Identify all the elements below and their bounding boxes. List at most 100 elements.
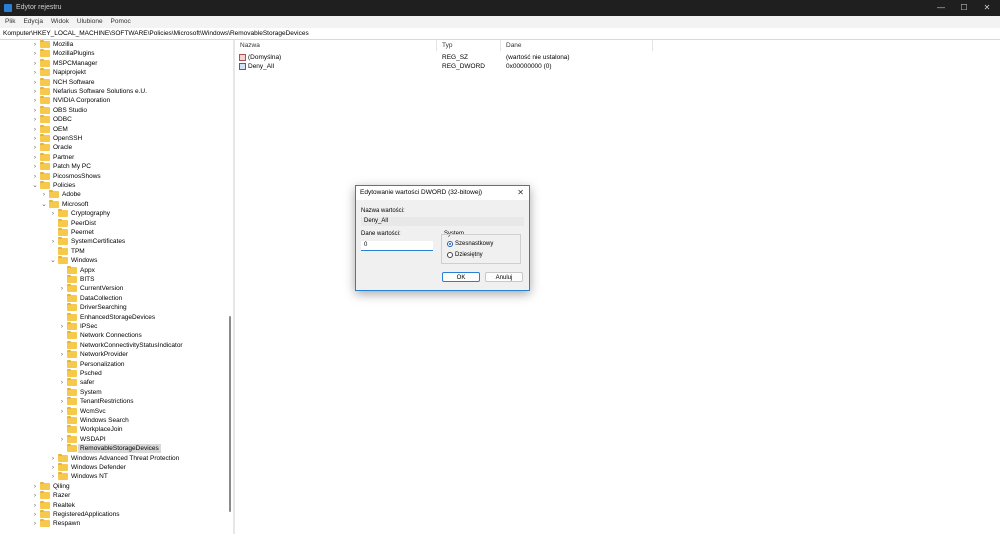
tree-item[interactable]: DataCollection — [0, 293, 228, 303]
tree-item[interactable]: EnhancedStorageDevices — [0, 312, 228, 322]
chevron-right-icon[interactable]: › — [31, 106, 39, 115]
tree-item[interactable]: › Respawn — [0, 519, 228, 528]
chevron-right-icon[interactable]: › — [31, 510, 39, 519]
chevron-right-icon[interactable]: › — [31, 125, 39, 134]
tree-item[interactable]: › RegisteredApplications — [0, 510, 228, 519]
tree-item[interactable]: Personalization — [0, 359, 228, 369]
chevron-right-icon[interactable]: › — [40, 190, 48, 199]
values-list[interactable]: Nazwa Typ Dane (Domyślna) REG_SZ (wartoś… — [236, 40, 1000, 534]
chevron-right-icon[interactable]: › — [31, 162, 39, 171]
tree-item[interactable]: PeerDist — [0, 218, 228, 228]
tree-item[interactable]: › NetworkProvider — [0, 350, 228, 359]
tree-item[interactable]: Network Connections — [0, 331, 228, 340]
chevron-right-icon[interactable]: › — [31, 519, 39, 528]
column-divider[interactable] — [500, 40, 501, 51]
tree-item[interactable]: › ODBC — [0, 115, 228, 124]
chevron-right-icon[interactable]: › — [31, 96, 39, 105]
tree-item[interactable]: DriverSearching — [0, 303, 228, 312]
maximize-button[interactable]: ☐ — [954, 2, 974, 14]
menu-help[interactable]: Pomoc — [108, 16, 134, 28]
tree-item[interactable]: › CurrentVersion — [0, 284, 228, 293]
cancel-button[interactable]: Anuluj — [485, 272, 523, 282]
ok-button[interactable]: OK — [442, 272, 480, 282]
tree-item[interactable]: › WcmSvc — [0, 406, 228, 416]
tree-item[interactable]: Appx — [0, 265, 228, 275]
chevron-right-icon[interactable]: › — [49, 237, 57, 246]
tree-item[interactable]: › Cryptography — [0, 209, 228, 218]
tree-item[interactable]: › OEM — [0, 124, 228, 134]
tree-item[interactable]: › Realtek — [0, 500, 228, 510]
menu-view[interactable]: Widok — [48, 16, 72, 28]
tree-item[interactable]: › Windows Defender — [0, 463, 228, 472]
chevron-right-icon[interactable]: › — [31, 115, 39, 124]
tree-item[interactable]: › NVIDIA Corporation — [0, 96, 228, 105]
menu-favorites[interactable]: Ulubione — [74, 16, 106, 28]
tree-item[interactable]: TPM — [0, 246, 228, 256]
tree-item[interactable]: › Patch My PC — [0, 162, 228, 171]
hex-radio-label[interactable]: Szesnastkowy — [455, 241, 493, 247]
tree-item[interactable]: ⌄ Windows — [0, 256, 228, 265]
chevron-down-icon[interactable]: ⌄ — [49, 256, 57, 265]
menu-edit[interactable]: Edycja — [20, 16, 46, 28]
tree-item[interactable]: › TenantRestrictions — [0, 397, 228, 406]
chevron-right-icon[interactable]: › — [49, 454, 57, 463]
chevron-right-icon[interactable]: › — [58, 397, 66, 406]
tree-item[interactable]: › WSDAPI — [0, 434, 228, 444]
tree-item[interactable]: › MSPCManager — [0, 58, 228, 68]
column-header-data[interactable]: Dane — [506, 41, 522, 50]
tree-item[interactable]: › Windows Advanced Threat Protection — [0, 453, 228, 463]
chevron-right-icon[interactable]: › — [31, 87, 39, 96]
chevron-right-icon[interactable]: › — [31, 40, 39, 49]
tree-item[interactable]: System — [0, 387, 228, 397]
tree-item[interactable]: Peernet — [0, 228, 228, 237]
tree-item[interactable]: › Qiling — [0, 481, 228, 491]
address-bar[interactable]: Komputer\HKEY_LOCAL_MACHINE\SOFTWARE\Pol… — [0, 28, 1000, 40]
tree-item[interactable]: › Adobe — [0, 190, 228, 199]
tree-item[interactable]: Psched — [0, 369, 228, 378]
chevron-right-icon[interactable]: › — [58, 350, 66, 359]
dialog-close-button[interactable]: ✕ — [517, 188, 524, 197]
tree-item[interactable]: › NCH Software — [0, 77, 228, 87]
chevron-right-icon[interactable]: › — [31, 59, 39, 68]
tree-item[interactable]: WorkplaceJoin — [0, 425, 228, 434]
tree-item[interactable]: ⌄ Policies — [0, 181, 228, 190]
tree-item[interactable]: › safer — [0, 378, 228, 387]
chevron-right-icon[interactable]: › — [31, 68, 39, 77]
chevron-right-icon[interactable]: › — [58, 322, 66, 331]
tree-item[interactable]: › Razer — [0, 491, 228, 500]
chevron-right-icon[interactable]: › — [31, 482, 39, 491]
tree-item[interactable]: › Nefarius Software Solutions e.U. — [0, 87, 228, 96]
value-data-input[interactable]: 0 — [361, 241, 433, 251]
chevron-down-icon[interactable]: ⌄ — [31, 181, 39, 190]
chevron-right-icon[interactable]: › — [58, 284, 66, 293]
tree-item[interactable]: › Windows NT — [0, 472, 228, 481]
address-path[interactable]: Komputer\HKEY_LOCAL_MACHINE\SOFTWARE\Pol… — [3, 29, 309, 38]
tree-scrollbar-thumb[interactable] — [229, 316, 231, 512]
chevron-right-icon[interactable]: › — [58, 378, 66, 387]
chevron-right-icon[interactable]: › — [49, 472, 57, 481]
tree-item[interactable]: ⌄ Microsoft — [0, 199, 228, 209]
tree-item[interactable]: › OpenSSH — [0, 134, 228, 143]
tree-item[interactable]: › PicosmosShows — [0, 171, 228, 181]
chevron-right-icon[interactable]: › — [49, 209, 57, 218]
menu-file[interactable]: Plik — [2, 16, 18, 28]
tree-item[interactable]: Windows Search — [0, 416, 228, 425]
chevron-right-icon[interactable]: › — [49, 463, 57, 472]
dec-radio[interactable] — [447, 252, 453, 258]
column-divider[interactable] — [652, 40, 653, 51]
tree-item[interactable]: › Partner — [0, 152, 228, 162]
tree-item[interactable]: › Napiprojekt — [0, 68, 228, 77]
chevron-right-icon[interactable]: › — [58, 435, 66, 444]
column-divider[interactable] — [436, 40, 437, 51]
tree-item[interactable]: › OBS Studio — [0, 105, 228, 115]
chevron-right-icon[interactable]: › — [31, 153, 39, 162]
chevron-right-icon[interactable]: › — [31, 78, 39, 87]
chevron-down-icon[interactable]: ⌄ — [40, 200, 48, 209]
chevron-right-icon[interactable]: › — [58, 407, 66, 416]
pane-splitter[interactable] — [233, 40, 235, 534]
tree-item[interactable]: › IPSec — [0, 322, 228, 331]
tree-item[interactable]: › Mozilla — [0, 40, 228, 49]
registry-tree[interactable]: › Respawn › RegisteredApplications › Realtek ›… — [0, 40, 232, 534]
chevron-right-icon[interactable]: › — [31, 491, 39, 500]
tree-item[interactable]: › SystemCertificates — [0, 237, 228, 246]
